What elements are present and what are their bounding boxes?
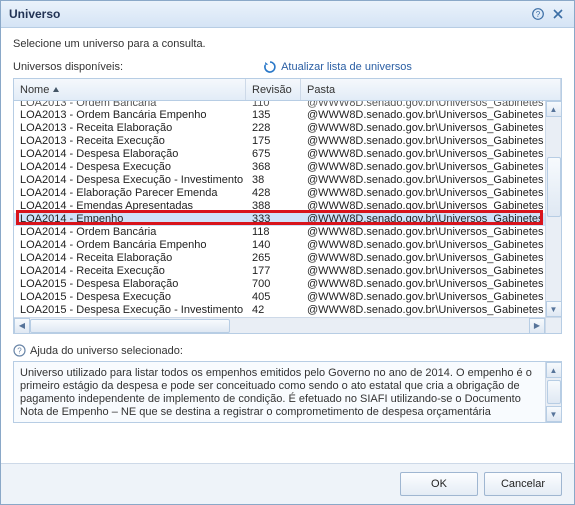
table-row[interactable]: LOA2013 - Ordem Bancária110@WWW8D.senado… bbox=[14, 101, 545, 109]
scroll-corner bbox=[545, 317, 561, 333]
scroll-up-icon[interactable]: ▲ bbox=[546, 362, 562, 378]
help-scrollbar[interactable]: ▲ ▼ bbox=[545, 362, 561, 422]
table-row[interactable]: LOA2015 - Despesa Elaboração700@WWW8D.se… bbox=[14, 278, 545, 291]
column-name[interactable]: Nome bbox=[14, 79, 246, 100]
dialog-title: Universo bbox=[9, 7, 526, 21]
help-icon[interactable]: ? bbox=[530, 6, 546, 22]
table-row[interactable]: LOA2015 - Despesa Execução405@WWW8D.sena… bbox=[14, 291, 545, 304]
table-row[interactable]: LOA2014 - Emendas Apresentadas388@WWW8D.… bbox=[14, 200, 545, 213]
svg-text:?: ? bbox=[17, 347, 22, 356]
table-row[interactable]: LOA2014 - Despesa Elaboração675@WWW8D.se… bbox=[14, 148, 545, 161]
help-text-box: Universo utilizado para listar todos os … bbox=[13, 361, 562, 423]
help-text: Universo utilizado para listar todos os … bbox=[14, 362, 561, 423]
instruction-text: Selecione um universo para a consulta. bbox=[13, 38, 562, 50]
column-folder[interactable]: Pasta bbox=[301, 79, 561, 100]
table-row[interactable]: LOA2014 - Empenho333@WWW8D.senado.gov.br… bbox=[14, 213, 545, 226]
table-row[interactable]: LOA2014 - Receita Execução177@WWW8D.sena… bbox=[14, 265, 545, 278]
table-row[interactable]: LOA2014 - Ordem Bancária118@WWW8D.senado… bbox=[14, 226, 545, 239]
refresh-label: Atualizar lista de universos bbox=[281, 61, 412, 73]
button-bar: OK Cancelar bbox=[1, 463, 574, 504]
svg-text:?: ? bbox=[536, 10, 541, 19]
close-icon[interactable] bbox=[550, 6, 566, 22]
ok-button[interactable]: OK bbox=[400, 472, 478, 496]
column-revision[interactable]: Revisão bbox=[246, 79, 301, 100]
scroll-thumb-h[interactable] bbox=[30, 319, 230, 333]
universe-dialog: Universo ? Selecione um universo para a … bbox=[0, 0, 575, 505]
table-row[interactable]: LOA2013 - Ordem Bancária Empenho135@WWW8… bbox=[14, 109, 545, 122]
table-row[interactable]: LOA2014 - Ordem Bancária Empenho140@WWW8… bbox=[14, 239, 545, 252]
scroll-thumb[interactable] bbox=[547, 380, 561, 404]
table-row[interactable]: LOA2015 - Despesa Execução - Investiment… bbox=[14, 304, 545, 317]
sort-asc-icon bbox=[52, 86, 60, 94]
cancel-button[interactable]: Cancelar bbox=[484, 472, 562, 496]
scroll-right-icon[interactable]: ▶ bbox=[529, 318, 545, 334]
title-bar: Universo ? bbox=[1, 1, 574, 28]
table-row[interactable]: LOA2013 - Receita Execução175@WWW8D.sena… bbox=[14, 135, 545, 148]
vertical-scrollbar[interactable]: ▲ ▼ bbox=[545, 101, 561, 317]
universe-table: Nome Revisão Pasta LOA2013 - Ordem Bancá… bbox=[13, 78, 562, 334]
refresh-icon bbox=[263, 60, 277, 74]
scroll-thumb[interactable] bbox=[547, 157, 561, 217]
scroll-left-icon[interactable]: ◀ bbox=[14, 318, 30, 334]
help-section-label: ? Ajuda do universo selecionado: bbox=[13, 344, 562, 357]
table-row[interactable]: LOA2013 - Receita Elaboração228@WWW8D.se… bbox=[14, 122, 545, 135]
table-row[interactable]: LOA2014 - Receita Elaboração265@WWW8D.se… bbox=[14, 252, 545, 265]
refresh-link[interactable]: Atualizar lista de universos bbox=[263, 60, 412, 74]
available-label: Universos disponíveis: bbox=[13, 61, 123, 73]
table-row[interactable]: LOA2014 - Despesa Execução - Investiment… bbox=[14, 174, 545, 187]
scroll-down-icon[interactable]: ▼ bbox=[546, 406, 562, 422]
horizontal-scrollbar[interactable]: ◀ ▶ bbox=[14, 317, 545, 333]
table-row[interactable]: LOA2014 - Elaboração Parecer Emenda428@W… bbox=[14, 187, 545, 200]
table-header: Nome Revisão Pasta bbox=[14, 79, 561, 101]
help-small-icon: ? bbox=[13, 344, 26, 357]
table-row[interactable]: LOA2014 - Despesa Execução368@WWW8D.sena… bbox=[14, 161, 545, 174]
scroll-down-icon[interactable]: ▼ bbox=[546, 301, 562, 317]
scroll-up-icon[interactable]: ▲ bbox=[546, 101, 562, 117]
